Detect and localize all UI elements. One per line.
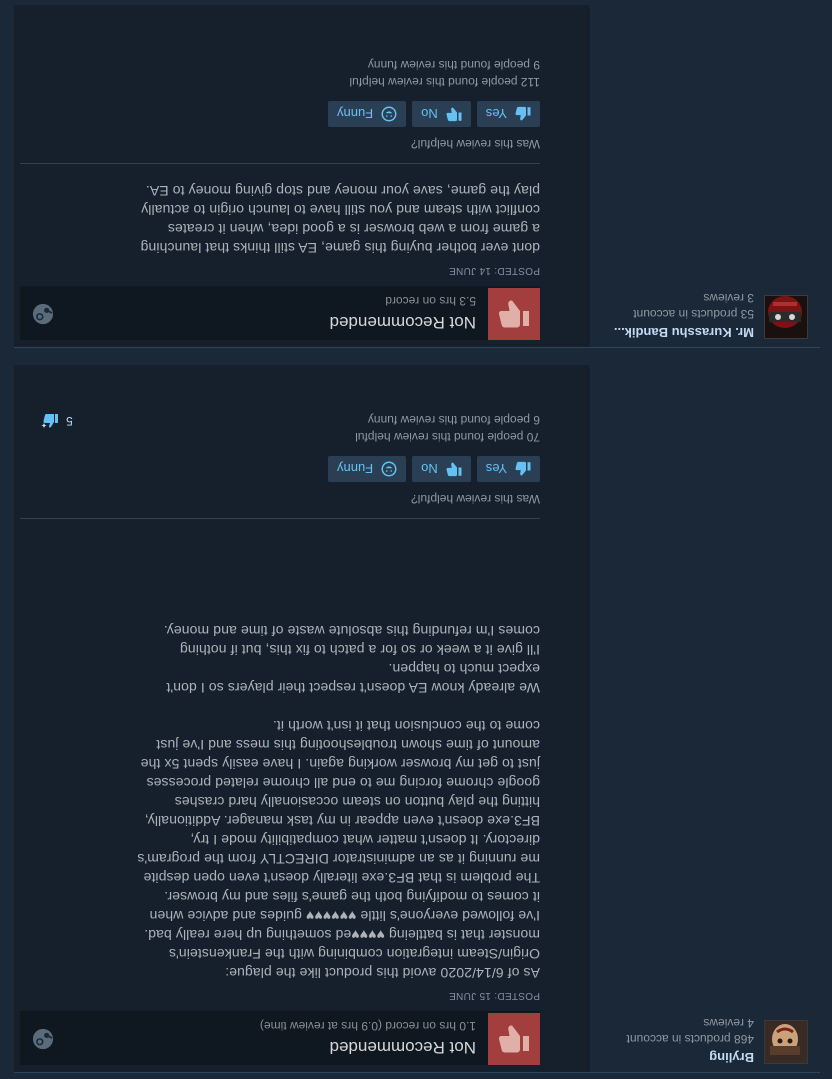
thumbs-up-icon — [515, 461, 531, 476]
review-author-panel: Bryling 468 products in account 4 review… — [590, 365, 820, 1072]
steam-logo-icon — [32, 1028, 54, 1050]
vote-funny-label: Funny — [337, 106, 374, 122]
review-author-panel: Mr. Kurasshu Bandik... 53 products in ac… — [590, 5, 820, 347]
vote-yes-button[interactable]: Yes — [476, 101, 540, 127]
review-body: As of 6/14/2020 avoid this product like … — [137, 623, 540, 981]
helpful-count: 112 people found this review helpful — [349, 75, 540, 89]
review-body: dont ever bother buying this game, EA st… — [140, 183, 540, 256]
thumbs-down-icon — [446, 107, 462, 122]
author-reviews-count[interactable]: 3 reviews — [703, 291, 754, 305]
hours-on-record: 1.0 hrs on record (0.9 hrs at review tim… — [259, 1019, 476, 1033]
vote-yes-button[interactable]: Yes — [476, 456, 540, 482]
reviews-page: Bryling 468 products in account 4 review… — [0, 0, 832, 1079]
vote-no-button[interactable]: No — [412, 456, 471, 482]
laughing-face-icon — [381, 461, 397, 477]
award-count: 5 — [66, 414, 73, 428]
helpful-question: Was this review helpful? — [411, 492, 540, 506]
vote-yes-label: Yes — [485, 461, 507, 477]
review-content: Not Recommended 1.0 hrs on record (0.9 h… — [18, 365, 540, 1072]
author-products-count[interactable]: 53 products in account — [633, 307, 754, 321]
vote-funny-button[interactable]: Funny — [328, 101, 407, 127]
review-content: Not Recommended 5.3 hrs on record POSTED… — [18, 5, 540, 347]
thumbs-up-icon — [515, 106, 531, 121]
funny-count: 6 people found this review funny — [367, 413, 540, 427]
recommendation-label: Not Recommended — [329, 313, 476, 332]
thumbs-down-icon — [488, 288, 540, 340]
divider — [20, 518, 540, 519]
vote-yes-label: Yes — [485, 106, 507, 122]
helpful-count: 70 people found this review helpful — [355, 430, 540, 444]
thumbs-down-icon — [446, 462, 462, 477]
vote-buttons: Yes No Funny — [328, 456, 540, 482]
award-indicator[interactable]: 5 — [40, 412, 73, 430]
avatar[interactable] — [764, 1020, 808, 1064]
author-products-count[interactable]: 468 products in account — [627, 1032, 754, 1046]
helpful-question: Was this review helpful? — [411, 137, 540, 151]
review-card: Bryling 468 products in account 4 review… — [14, 365, 820, 1073]
vote-funny-button[interactable]: Funny — [328, 456, 407, 482]
hours-on-record: 5.3 hrs on record — [385, 294, 476, 308]
recommendation-label: Not Recommended — [329, 1038, 476, 1057]
vote-no-label: No — [421, 106, 438, 122]
author-name[interactable]: Bryling — [594, 1050, 754, 1065]
laughing-face-icon — [381, 106, 397, 122]
funny-count: 9 people found this review funny — [367, 58, 540, 72]
vote-no-button[interactable]: No — [412, 101, 471, 127]
thumbs-down-icon — [488, 1013, 540, 1065]
avatar[interactable] — [764, 295, 808, 339]
award-icon — [41, 414, 58, 428]
vote-funny-label: Funny — [337, 461, 374, 477]
posted-date: POSTED: 15 JUNE — [448, 990, 540, 1001]
divider — [20, 163, 540, 164]
review-card: Mr. Kurasshu Bandik... 53 products in ac… — [14, 5, 820, 348]
author-name[interactable]: Mr. Kurasshu Bandik... — [594, 325, 754, 340]
author-reviews-count[interactable]: 4 reviews — [703, 1016, 754, 1030]
steam-logo-icon — [32, 303, 54, 325]
recommendation-bar[interactable]: Not Recommended 1.0 hrs on record (0.9 h… — [20, 1011, 540, 1065]
recommendation-bar[interactable]: Not Recommended 5.3 hrs on record — [20, 286, 540, 340]
vote-buttons: Yes No Funny — [328, 101, 540, 127]
posted-date: POSTED: 14 JUNE — [448, 265, 540, 276]
vote-no-label: No — [421, 461, 438, 477]
